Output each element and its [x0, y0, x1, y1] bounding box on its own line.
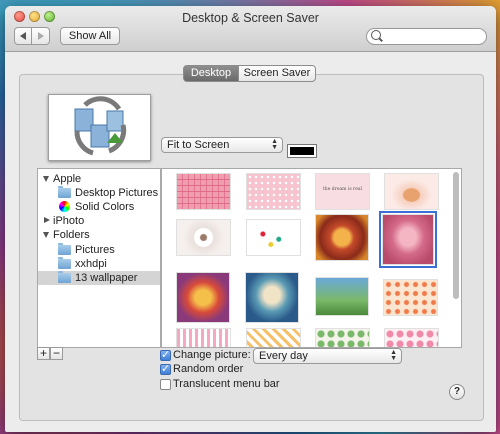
source-label: Apple [53, 173, 82, 185]
change-picture-label: Change picture: [173, 349, 251, 361]
help-button[interactable]: ? [449, 384, 465, 400]
fit-to-screen-popup[interactable]: Fit to Screen ▲ ▼ [161, 137, 283, 153]
search-icon [371, 30, 381, 40]
wallpaper-thumbnail[interactable] [385, 174, 438, 209]
popup-arrows-icon: ▲ ▼ [390, 349, 397, 362]
wallpaper-thumbnail[interactable] [177, 329, 230, 347]
window-title: Desktop & Screen Saver [182, 11, 319, 25]
wallpaper-thumbnail-selected[interactable] [379, 211, 437, 268]
wallpaper-thumbnail-grid[interactable]: the dream is real [161, 168, 462, 348]
folder-icon [58, 271, 71, 283]
popup-arrows-icon: ▲ ▼ [271, 138, 278, 151]
thumbnail-caption: the dream is real [323, 187, 362, 192]
wallpaper-thumbnail[interactable] [384, 280, 437, 315]
source-item-iphoto[interactable]: iPhoto [38, 214, 160, 228]
wallpaper-thumbnail[interactable] [177, 220, 230, 255]
source-item-desktop-pictures[interactable]: Desktop Pictures [38, 186, 160, 200]
preferences-window: Desktop & Screen Saver Show All Desktop … [5, 6, 496, 432]
change-interval-popup[interactable]: Every day ▲ ▼ [253, 348, 402, 364]
folder-icon [58, 186, 71, 198]
source-label: Desktop Pictures [75, 187, 159, 199]
wallpaper-thumbnail[interactable] [247, 329, 300, 347]
source-label: Solid Colors [75, 201, 135, 213]
random-order-checkbox[interactable] [160, 362, 171, 375]
source-label: iPhoto [53, 215, 85, 227]
preview-image [74, 96, 127, 156]
source-item-xxhdpi[interactable]: xxhdpi [38, 257, 160, 271]
wallpaper-thumbnail[interactable]: the dream is real [316, 174, 369, 209]
translucent-menu-bar-label: Translucent menu bar [173, 378, 280, 390]
change-interval-value: Every day [259, 350, 308, 362]
source-item-pictures[interactable]: Pictures [38, 243, 160, 257]
disclosure-open-icon [43, 232, 49, 238]
title-bar: Desktop & Screen Saver Show All [5, 6, 496, 52]
wallpaper-thumbnail[interactable] [385, 329, 438, 347]
wallpaper-thumbnail[interactable] [316, 278, 368, 315]
color-swatch [290, 147, 314, 155]
back-arrow-icon [20, 32, 26, 40]
thumbnail-pattern [177, 174, 230, 209]
background-color-well[interactable] [287, 144, 317, 158]
source-item-solid-colors[interactable]: Solid Colors [38, 200, 160, 214]
source-label: Pictures [75, 244, 115, 256]
picture-source-list[interactable]: Apple Desktop Pictures Solid Colors iPho… [37, 168, 161, 348]
forward-button[interactable] [32, 27, 50, 45]
folder-icon [58, 243, 71, 255]
random-order-label: Random order [173, 363, 244, 375]
change-picture-checkbox[interactable] [160, 348, 171, 361]
source-label: Folders [53, 229, 90, 241]
source-label: 13 wallpaper [75, 272, 138, 284]
folder-icon [58, 257, 71, 269]
source-label: xxhdpi [75, 258, 107, 270]
fit-to-screen-value: Fit to Screen [167, 139, 230, 151]
forward-arrow-icon [37, 32, 44, 40]
wallpaper-thumbnail[interactable] [316, 329, 369, 347]
wallpaper-thumbnail[interactable] [247, 174, 300, 209]
translucent-menu-bar-checkbox[interactable] [160, 379, 171, 390]
disclosure-open-icon [43, 176, 49, 182]
back-button[interactable] [14, 27, 32, 45]
source-item-13-wallpaper[interactable]: 13 wallpaper [38, 271, 160, 285]
tab-desktop[interactable]: Desktop [183, 65, 239, 82]
search-field[interactable] [366, 28, 487, 45]
current-desktop-preview [48, 94, 151, 161]
wallpaper-thumbnail[interactable] [247, 220, 300, 255]
wallpaper-thumbnail[interactable] [246, 273, 298, 322]
source-item-apple[interactable]: Apple [38, 172, 160, 186]
remove-folder-button[interactable]: − [50, 347, 63, 360]
wallpaper-thumbnail[interactable] [177, 273, 229, 322]
source-item-folders[interactable]: Folders [38, 228, 160, 242]
wallpaper-thumbnail[interactable] [316, 215, 368, 260]
disclosure-closed-icon [44, 217, 50, 223]
add-folder-button[interactable]: + [37, 347, 50, 360]
thumbnail-scrollbar[interactable] [453, 172, 459, 299]
show-all-button[interactable]: Show All [60, 27, 120, 45]
wallpaper-thumbnail[interactable] [177, 174, 230, 209]
tab-screen-saver[interactable]: Screen Saver [238, 65, 316, 82]
search-input[interactable] [383, 30, 485, 45]
color-wheel-icon [59, 201, 70, 212]
